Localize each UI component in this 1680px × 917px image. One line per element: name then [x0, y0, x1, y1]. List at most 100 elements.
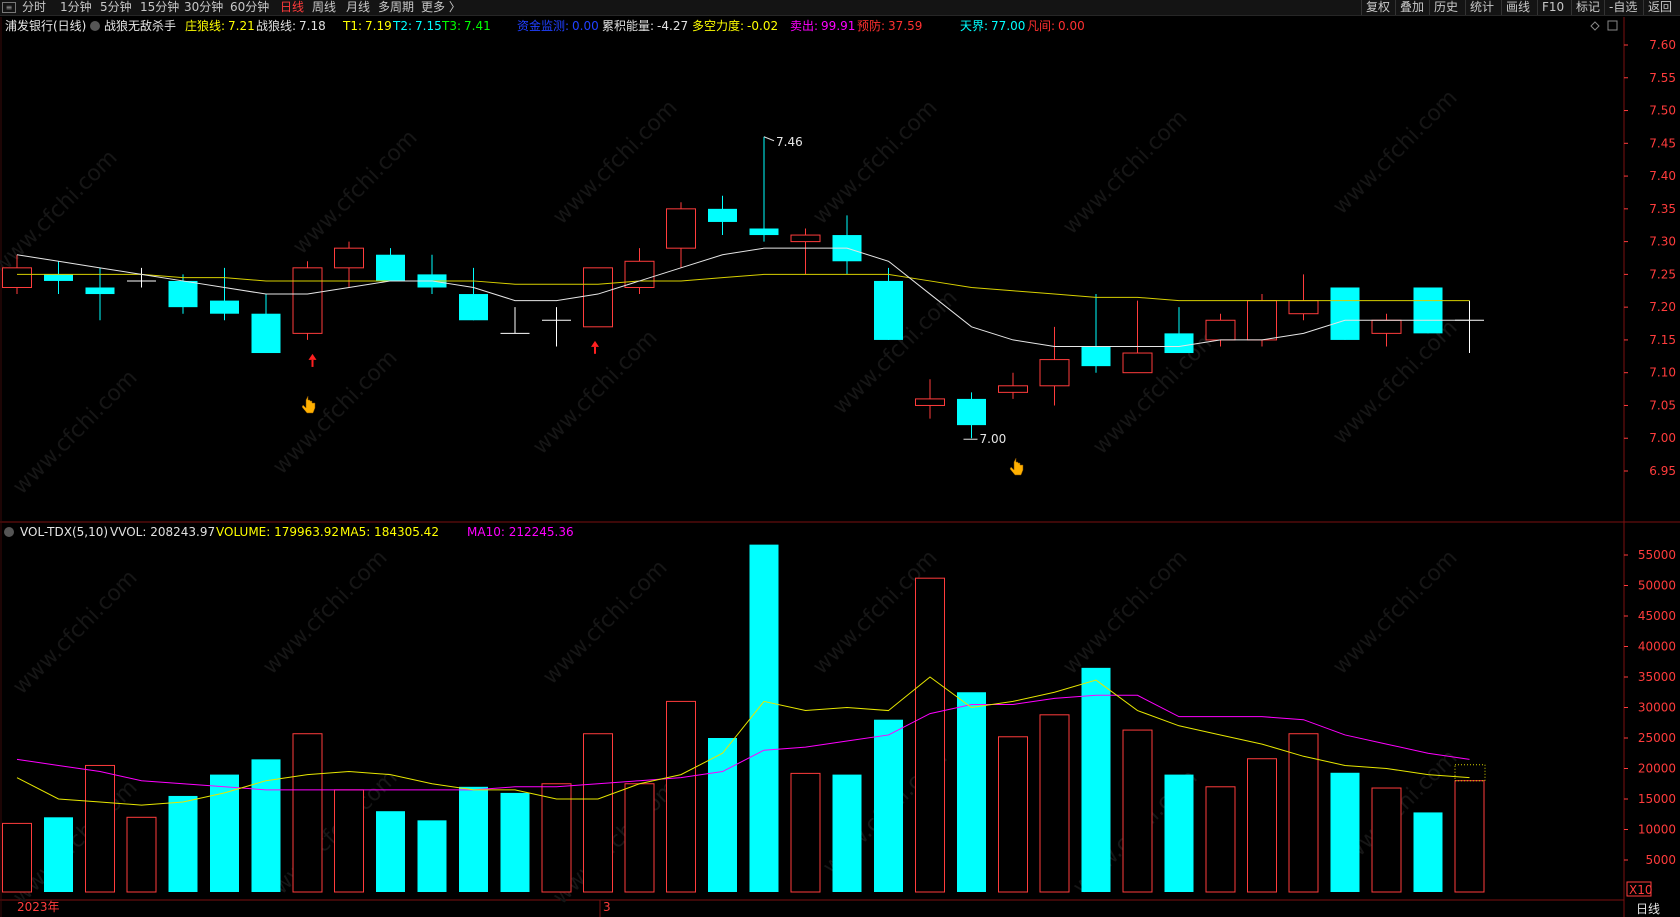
candle-body	[666, 208, 696, 249]
volume-header-value: MA10: 212245.36	[467, 525, 574, 539]
period-tab[interactable]: 月线	[346, 0, 370, 15]
volume-bar	[1247, 758, 1277, 893]
tool-separator	[1501, 0, 1502, 15]
candle-body	[583, 267, 613, 328]
kline-chart: www.cfchi.com www.cfchi.com www.cfchi.com w…	[0, 17, 1680, 917]
candle-body	[957, 398, 986, 426]
period-tab[interactable]: 1分钟	[60, 0, 92, 15]
high-price-label: 7.46	[776, 135, 803, 149]
volume-bar	[541, 783, 572, 893]
volume-bar	[168, 795, 198, 892]
tool-separator	[1604, 0, 1605, 15]
volume-indicator-name: VOL-TDX(5,10)	[20, 525, 108, 539]
volume-bar	[790, 772, 821, 893]
volume-header-value: VOLUME: 179963.92	[216, 525, 339, 539]
price-tick-label: 7.40	[1649, 169, 1676, 183]
period-tab[interactable]: 5分钟	[100, 0, 132, 15]
price-tick-label: 7.05	[1649, 398, 1676, 412]
top-toolbar: ≡ 分时 1分钟 5分钟 15分钟 30分钟 60分钟 日线 周线 月线 多周期 更多 〉 复权 叠加…	[0, 0, 1680, 16]
volume-bar	[998, 736, 1028, 893]
candle-body	[1122, 352, 1153, 374]
candle-body	[210, 300, 239, 314]
header-indicator-value: T1: 7.19	[342, 19, 392, 33]
buy-arrow-icon	[308, 353, 317, 360]
tool-separator	[1361, 0, 1362, 15]
tool-button[interactable]: -自选	[1609, 0, 1637, 15]
tool-button[interactable]: 画线	[1506, 0, 1530, 15]
period-tab[interactable]: 日线	[280, 0, 304, 15]
volume-tick-label: 30000	[1638, 701, 1676, 715]
volume-bar	[1371, 787, 1402, 893]
watermark: www.cfchi.com	[1058, 105, 1192, 239]
volume-bar	[1454, 780, 1485, 893]
candle-body	[85, 287, 115, 295]
volume-toggle-icon	[4, 527, 14, 537]
tool-button[interactable]: F10	[1542, 0, 1564, 15]
hand-pointer-icon	[1009, 457, 1024, 476]
header-indicator-value: 多空力度: -0.02	[692, 18, 778, 33]
period-tab[interactable]: 分时	[22, 0, 46, 15]
period-tab[interactable]: 周线	[312, 0, 336, 15]
price-tick-label: 7.60	[1649, 38, 1676, 52]
price-tick-label: 7.45	[1649, 136, 1676, 150]
volume-tick-label: 10000	[1638, 823, 1676, 837]
tool-separator	[1643, 0, 1644, 15]
tool-separator	[1465, 0, 1466, 15]
month-label: 3	[603, 900, 611, 914]
candle-body	[168, 280, 198, 308]
volume-bar	[1039, 714, 1070, 893]
candle-body	[334, 247, 364, 269]
candle-body	[1039, 359, 1070, 387]
tool-button[interactable]: 历史	[1434, 0, 1458, 15]
period-tab[interactable]: 多周期	[378, 0, 414, 15]
volume-bar	[1288, 733, 1319, 893]
candle-body	[998, 385, 1028, 393]
watermark: www.cfchi.com	[288, 125, 422, 259]
price-tick-label: 7.10	[1649, 366, 1676, 380]
price-tick-label: 7.15	[1649, 333, 1676, 347]
tool-button[interactable]: 复权	[1366, 0, 1390, 15]
header-indicator-value: 预防: 37.59	[857, 18, 922, 33]
menu-icon[interactable]: ≡	[2, 2, 16, 13]
candle-body	[459, 294, 488, 321]
period-tab[interactable]: 15分钟	[140, 0, 179, 15]
volume-bar	[1205, 786, 1236, 893]
tool-separator	[1571, 0, 1572, 15]
volume-tick-label: 5000	[1645, 853, 1676, 867]
header-indicator-value: 庄狼线: 7.21	[185, 18, 255, 33]
period-tab[interactable]: 60分钟	[230, 0, 269, 15]
period-tab[interactable]: 更多 〉	[421, 0, 461, 15]
volume-bar	[915, 577, 945, 893]
volume-tick-label: 20000	[1638, 762, 1676, 776]
volume-tick-label: 50000	[1638, 579, 1676, 593]
candle-body	[251, 313, 281, 354]
candle-body	[1413, 287, 1443, 334]
period-tab[interactable]: 30分钟	[184, 0, 223, 15]
volume-header-value: MA5: 184305.42	[340, 525, 439, 539]
volume-bar	[85, 764, 115, 893]
watermark: www.cfchi.com	[1058, 545, 1192, 679]
volume-tick-label: 55000	[1638, 548, 1676, 562]
header-indicator-value: 凡间: 0.00	[1027, 19, 1085, 33]
volume-unit-label: X10	[1629, 883, 1653, 897]
watermark: www.cfchi.com	[1328, 85, 1462, 219]
volume-tick-label: 25000	[1638, 731, 1676, 745]
candle-body	[915, 398, 945, 406]
volume-bar	[1122, 729, 1153, 893]
header-indicator-value: 战狼线: 7.18	[256, 18, 326, 33]
volume-bar	[583, 733, 613, 893]
tool-button[interactable]: 标记	[1576, 0, 1600, 15]
hand-pointer-icon	[301, 395, 316, 414]
tool-button[interactable]: 叠加	[1400, 0, 1424, 15]
watermark: www.cfchi.com	[8, 365, 142, 499]
watermark: www.cfchi.com	[808, 95, 942, 229]
header-indicator-value: 天界: 77.00	[960, 19, 1025, 33]
candle-body	[1081, 346, 1111, 367]
tool-button[interactable]: 统计	[1470, 0, 1494, 15]
tool-button[interactable]: 返回	[1648, 0, 1672, 15]
header-indicator-value: T2: 7.15	[392, 19, 442, 33]
candle-body	[708, 208, 737, 222]
candle-body	[1288, 300, 1319, 315]
volume-bar	[334, 789, 364, 893]
window-icon	[1607, 20, 1618, 31]
